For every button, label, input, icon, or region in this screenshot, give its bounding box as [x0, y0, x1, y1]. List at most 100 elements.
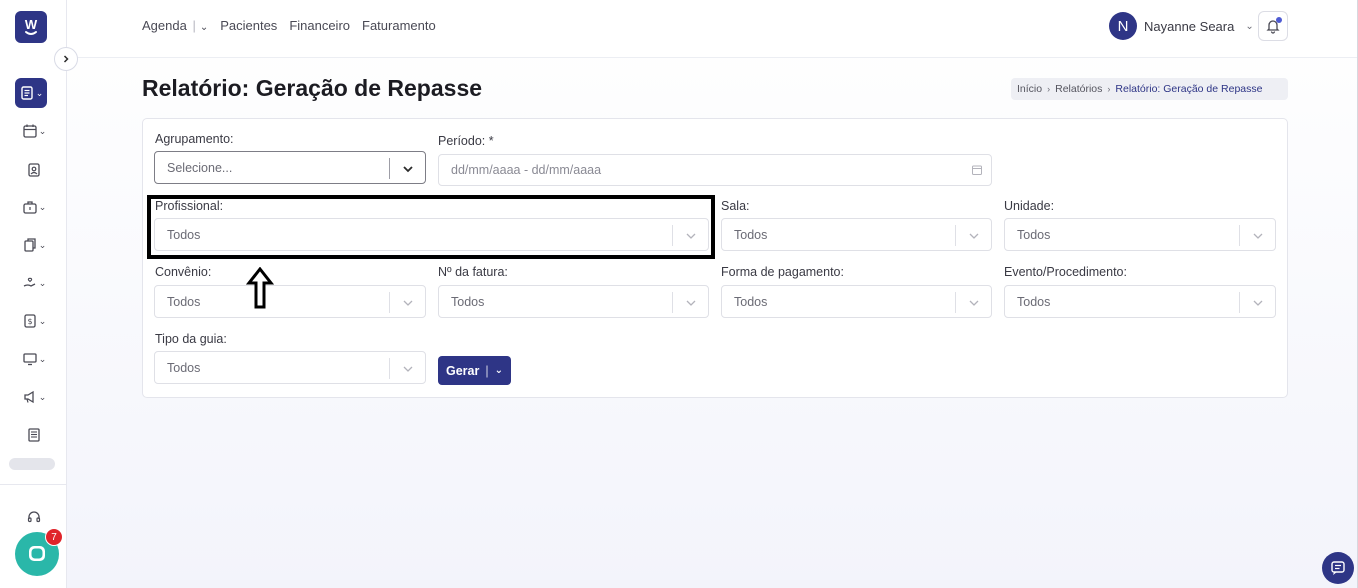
annotation-up-arrow-icon	[246, 267, 274, 309]
nav-financeiro[interactable]: Financeiro	[289, 18, 350, 33]
calendar-icon[interactable]	[971, 164, 983, 176]
sidebar-item-services[interactable]: ⌄	[15, 192, 53, 222]
sidebar-item-monitor[interactable]: ⌄	[15, 344, 53, 374]
agrupamento-select[interactable]: Selecione...	[154, 151, 426, 184]
chevron-down-icon: ⌄	[38, 125, 47, 136]
gerar-label: Gerar	[446, 363, 480, 378]
monitor-icon	[23, 353, 37, 366]
gerar-button[interactable]: Gerar | ⌄	[438, 356, 511, 385]
chevron-down-icon	[686, 300, 695, 306]
top-navigation: Agenda | ⌄ Pacientes Financeiro Faturamen…	[142, 18, 436, 33]
chat-notification-badge: 7	[45, 528, 63, 546]
sidebar-item-news[interactable]	[15, 420, 53, 450]
support-chat-button[interactable]	[1322, 552, 1354, 584]
sidebar: W ⌄ ⌄ ⌄ ⌄ ⌄ $ ⌄ ⌄ ⌄	[0, 0, 67, 588]
message-icon	[1331, 561, 1345, 575]
evento-value: Todos	[1017, 294, 1051, 309]
chevron-down-icon	[1253, 233, 1262, 239]
user-menu[interactable]: N Nayanne Seara ⌄	[1109, 12, 1254, 40]
nav-separator: |	[188, 18, 196, 33]
tipo-guia-select[interactable]: Todos	[154, 351, 426, 384]
unidade-dropdown-indicator[interactable]	[1239, 225, 1275, 246]
chevron-down-icon[interactable]: ⌄	[200, 22, 208, 33]
chat-icon	[29, 546, 45, 561]
breadcrumb-reports[interactable]: Relatórios	[1055, 83, 1102, 95]
fatura-value: Todos	[451, 294, 485, 309]
nav-faturamento[interactable]: Faturamento	[362, 18, 436, 33]
fatura-dropdown-indicator[interactable]	[672, 292, 708, 313]
chevron-down-icon: ⌄	[38, 353, 47, 364]
chevron-down-icon	[1253, 300, 1262, 306]
sidebar-item-health[interactable]: ⌄	[15, 268, 53, 298]
chevron-down-icon: ⌄	[1245, 20, 1254, 32]
sala-dropdown-indicator[interactable]	[955, 225, 991, 246]
chevron-right-icon: ›	[1047, 84, 1051, 94]
sidebar-item-marketing[interactable]: ⌄	[15, 382, 53, 412]
sidebar-scrollbar[interactable]	[9, 458, 55, 470]
svg-text:$: $	[27, 317, 32, 326]
chevron-down-icon: ⌄	[35, 87, 44, 98]
evento-label: Evento/Procedimento:	[1004, 265, 1127, 279]
periodo-placeholder: dd/mm/aaaa - dd/mm/aaaa	[451, 163, 602, 177]
agrupamento-dropdown-indicator[interactable]	[389, 158, 425, 179]
headset-icon	[27, 511, 41, 523]
convenio-value: Todos	[167, 294, 201, 309]
tipo-guia-value: Todos	[167, 360, 201, 375]
breadcrumb: Início › Relatórios › Relatório: Geração…	[1011, 78, 1288, 100]
documents-icon	[24, 238, 36, 252]
chevron-down-icon	[686, 233, 695, 239]
page-title: Relatório: Geração de Repasse	[142, 75, 483, 101]
fatura-select[interactable]: Todos	[438, 285, 709, 318]
contact-card-icon	[28, 163, 40, 177]
unidade-select[interactable]: Todos	[1004, 218, 1276, 251]
tipo-guia-dropdown-indicator[interactable]	[389, 358, 425, 379]
notifications-button[interactable]	[1258, 11, 1288, 41]
nav-pacientes[interactable]: Pacientes	[220, 18, 277, 33]
chevron-down-icon	[969, 233, 978, 239]
sidebar-item-documents[interactable]: ⌄	[15, 230, 53, 260]
breadcrumb-home[interactable]: Início	[1017, 83, 1042, 95]
calendar-icon	[23, 124, 37, 138]
pagamento-value: Todos	[734, 294, 768, 309]
newspaper-icon	[28, 428, 40, 442]
sidebar-item-reports[interactable]: ⌄	[15, 78, 47, 108]
pagamento-dropdown-indicator[interactable]	[955, 292, 991, 313]
profissional-label: Profissional:	[155, 199, 224, 213]
megaphone-icon	[24, 390, 34, 404]
avatar: N	[1109, 12, 1137, 40]
sidebar-item-patients[interactable]	[15, 155, 53, 185]
convenio-dropdown-indicator[interactable]	[389, 292, 425, 313]
profissional-dropdown-indicator[interactable]	[672, 225, 708, 246]
profissional-select[interactable]: Todos	[154, 218, 709, 251]
gerar-separator: |	[485, 363, 489, 378]
dollar-icon: $	[24, 314, 36, 328]
chevron-down-icon	[402, 165, 413, 172]
chevron-right-icon	[63, 55, 69, 63]
pagamento-label: Forma de pagamento:	[721, 265, 844, 279]
pagamento-select[interactable]: Todos	[721, 285, 992, 318]
evento-dropdown-indicator[interactable]	[1239, 292, 1275, 313]
periodo-label: Período: *	[438, 134, 494, 148]
chevron-down-icon[interactable]: ⌄	[495, 365, 503, 376]
sidebar-divider	[0, 484, 66, 485]
agrupamento-value: Selecione...	[167, 160, 233, 175]
sidebar-item-finance[interactable]: $ ⌄	[15, 306, 53, 336]
nav-agenda[interactable]: Agenda | ⌄	[142, 18, 208, 33]
unidade-label: Unidade:	[1004, 199, 1055, 213]
unidade-value: Todos	[1017, 227, 1051, 242]
report-icon	[21, 86, 33, 100]
chevron-down-icon: ⌄	[38, 315, 47, 326]
sala-select[interactable]: Todos	[721, 218, 992, 251]
sidebar-item-support[interactable]	[15, 502, 53, 532]
convenio-select[interactable]: Todos	[154, 285, 426, 318]
user-name: Nayanne Seara	[1144, 18, 1235, 34]
app-logo[interactable]: W	[15, 11, 47, 43]
evento-select[interactable]: Todos	[1004, 285, 1276, 318]
sidebar-item-calendar[interactable]: ⌄	[15, 116, 53, 146]
periodo-date-range-input[interactable]: dd/mm/aaaa - dd/mm/aaaa	[438, 154, 992, 186]
profissional-value: Todos	[167, 227, 201, 242]
sidebar-expand-button[interactable]	[54, 47, 78, 71]
briefcase-icon	[23, 201, 37, 214]
tipo-guia-label: Tipo da guia:	[155, 332, 227, 346]
breadcrumb-current: Relatório: Geração de Repasse	[1115, 83, 1263, 95]
